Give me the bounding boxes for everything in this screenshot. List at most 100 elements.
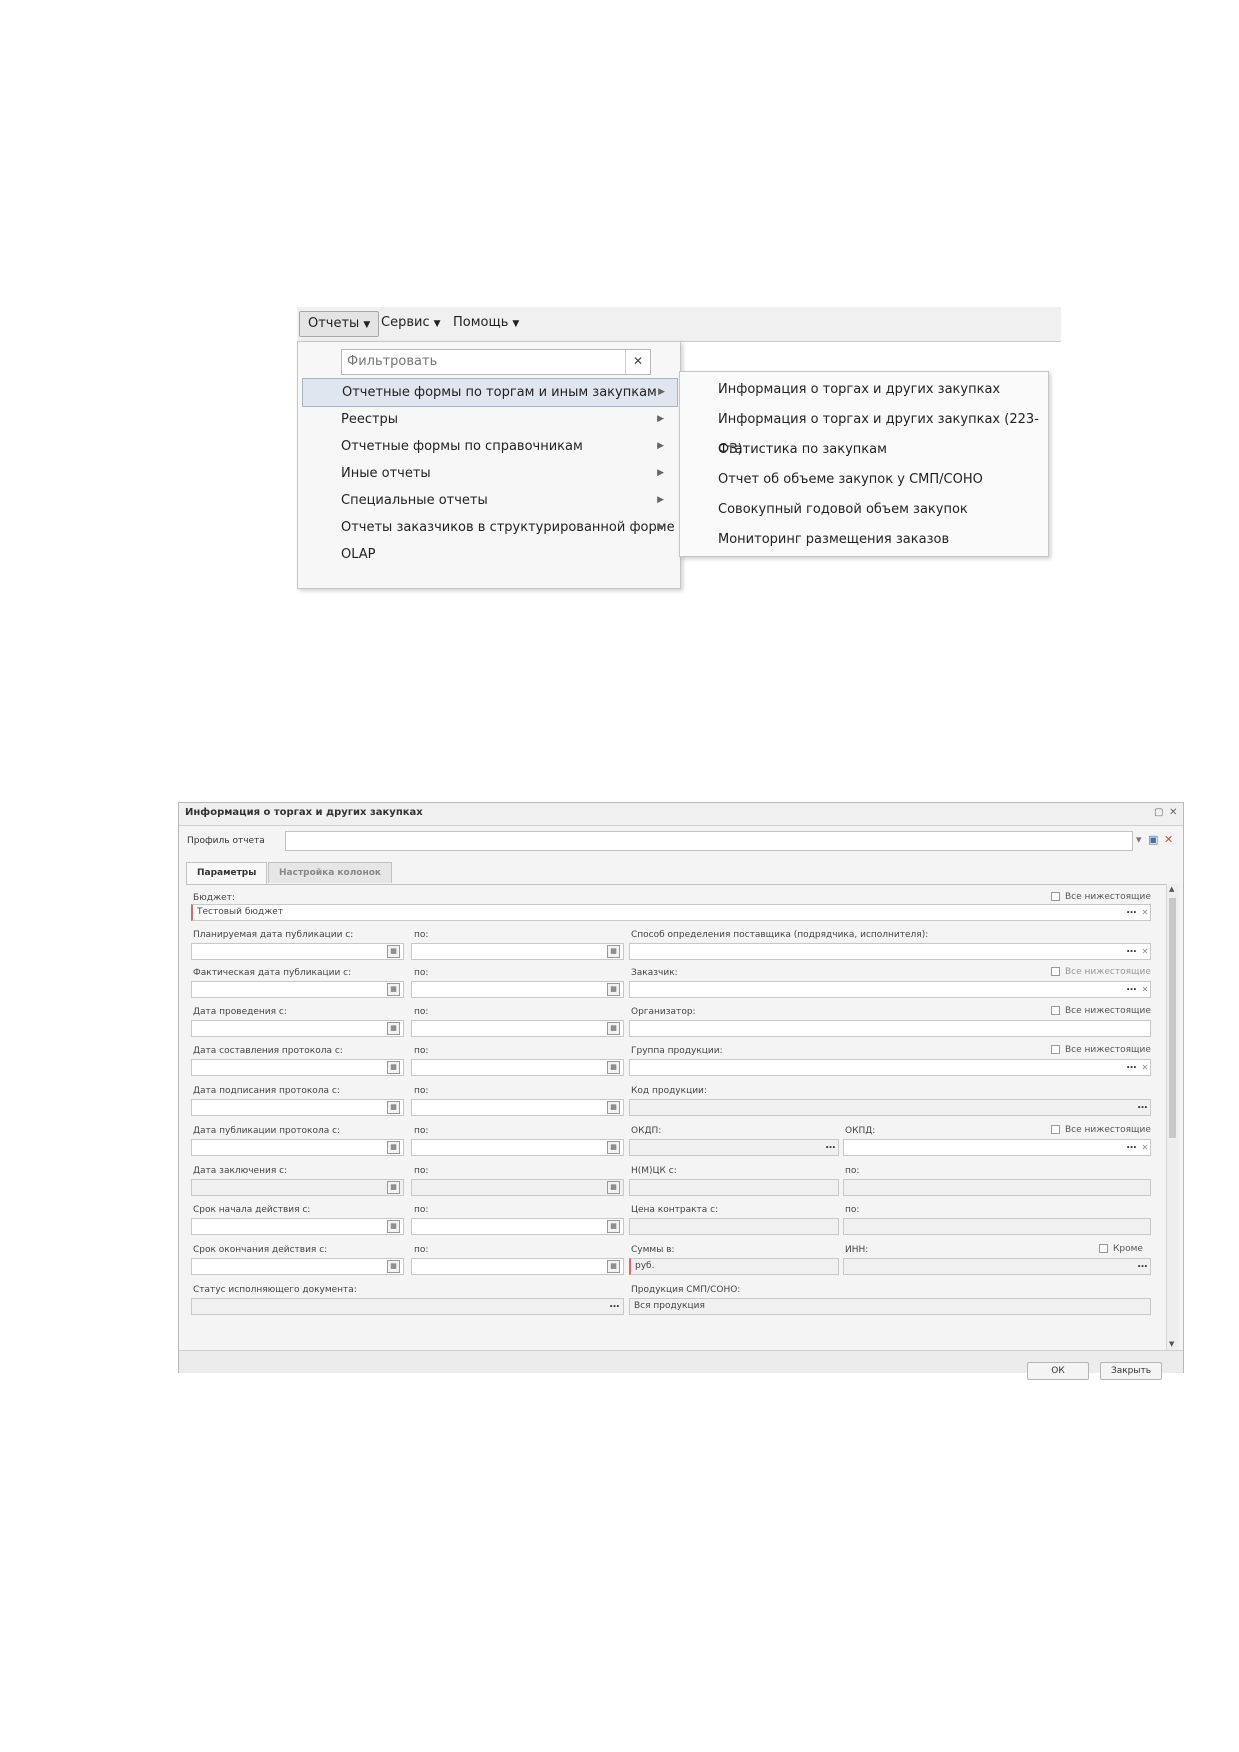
budget-field[interactable]: Тестовый бюджет [191,904,1151,921]
submenu-item[interactable]: Информация о торгах и других закупках (2… [680,405,1048,457]
product-code-field[interactable] [629,1099,1151,1116]
supplier-method-field[interactable] [629,943,1151,960]
calendar-icon[interactable]: ▦ [387,1220,400,1233]
calendar-icon[interactable]: ▦ [387,1181,400,1194]
clear-icon[interactable]: ✕ [1140,906,1150,919]
okpd-field[interactable] [843,1139,1151,1156]
calendar-icon[interactable]: ▦ [607,945,620,958]
contract-price-to-field[interactable] [843,1218,1151,1235]
product-group-field[interactable] [629,1059,1151,1076]
end-term-to-field[interactable] [411,1258,624,1275]
menu-item-special-reports[interactable]: Специальные отчеты ▶ [302,487,676,514]
calendar-icon[interactable]: ▦ [607,1101,620,1114]
menu-item-customer-reports[interactable]: Отчеты заказчиков в структурированной фо… [302,514,676,541]
fact-pub-to-field[interactable] [411,981,624,998]
start-term-from-field[interactable] [191,1218,404,1235]
clear-icon[interactable]: ✕ [1140,1061,1150,1074]
menu-item-olap[interactable]: OLAP [302,541,676,568]
scroll-thumb[interactable] [1169,898,1176,1138]
protocol-sign-to-field[interactable] [411,1099,624,1116]
calendar-icon[interactable]: ▦ [607,1220,620,1233]
tab-parameters[interactable]: Параметры [186,862,268,884]
ellipsis-icon[interactable]: … [1124,1141,1139,1154]
scroll-down-icon[interactable]: ▼ [1169,1340,1174,1348]
save-icon[interactable]: ▣ [1148,833,1158,846]
filter-input[interactable] [342,350,619,372]
customer-all-lower-checkbox[interactable] [1051,967,1060,976]
hold-date-from-field[interactable] [191,1020,404,1037]
okdp-field[interactable] [629,1139,839,1156]
clear-icon[interactable]: ✕ [1140,983,1150,996]
submenu-item[interactable]: Мониторинг размещения заказов [680,525,1048,555]
menubar-service[interactable]: Сервис ▼ [373,311,449,335]
ellipsis-icon[interactable]: … [1124,945,1139,958]
organizer-field[interactable] [629,1020,1151,1037]
end-term-from-field[interactable] [191,1258,404,1275]
organizer-all-lower-checkbox[interactable] [1051,1006,1060,1015]
menu-item-reference-forms[interactable]: Отчетные формы по справочникам ▶ [302,433,676,460]
menubar-help[interactable]: Помощь ▼ [445,311,527,335]
protocol-pub-to-field[interactable] [411,1139,624,1156]
calendar-icon[interactable]: ▦ [607,1260,620,1273]
submenu-item[interactable]: Статистика по закупкам [680,435,1048,465]
scroll-up-icon[interactable]: ▲ [1169,885,1174,893]
ellipsis-icon[interactable]: … [1124,906,1139,919]
nmck-to-field[interactable] [843,1179,1151,1196]
scrollbar[interactable]: ▲ ▼ [1166,884,1179,1350]
smp-products-field[interactable]: Вся продукция [629,1298,1151,1315]
calendar-icon[interactable]: ▦ [607,983,620,996]
fact-pub-from-field[interactable] [191,981,404,998]
budget-all-lower-checkbox[interactable] [1051,892,1060,901]
calendar-icon[interactable]: ▦ [387,1141,400,1154]
menu-item-trade-forms[interactable]: Отчетные формы по торгам и иным закупкам… [302,378,678,407]
chevron-down-icon[interactable]: ▾ [1136,833,1142,846]
product-group-all-lower-checkbox[interactable] [1051,1045,1060,1054]
protocol-sign-from-field[interactable] [191,1099,404,1116]
nmck-from-field[interactable] [629,1179,839,1196]
hold-date-to-field[interactable] [411,1020,624,1037]
ellipsis-icon[interactable]: … [607,1300,622,1313]
submenu-item[interactable]: Отчет об объеме закупок у СМП/СОНО [680,465,1048,495]
ellipsis-icon[interactable]: … [1135,1101,1150,1114]
plan-pub-from-field[interactable] [191,943,404,960]
conclusion-date-from-field[interactable] [191,1179,404,1196]
calendar-icon[interactable]: ▦ [607,1181,620,1194]
contract-price-from-field[interactable] [629,1218,839,1235]
clear-icon[interactable]: ✕ [1140,1141,1150,1154]
ok-button[interactable]: ОК [1027,1362,1089,1380]
exec-status-field[interactable] [191,1298,624,1315]
calendar-icon[interactable]: ▦ [387,1260,400,1273]
sums-in-field[interactable]: руб. [629,1258,839,1275]
menu-item-other-reports[interactable]: Иные отчеты ▶ [302,460,676,487]
submenu-item[interactable]: Совокупный годовой объем закупок [680,495,1048,525]
delete-icon[interactable]: ✕ [1164,833,1173,846]
clear-icon[interactable]: ✕ [1140,945,1150,958]
calendar-icon[interactable]: ▦ [607,1061,620,1074]
inn-except-checkbox[interactable] [1099,1244,1108,1253]
close-icon[interactable]: ✕ [625,350,650,374]
ellipsis-icon[interactable]: … [1124,1061,1139,1074]
inn-field[interactable] [843,1258,1151,1275]
customer-field[interactable] [629,981,1151,998]
menu-item-registries[interactable]: Реестры ▶ [302,406,676,433]
submenu-item[interactable]: Информация о торгах и других закупках [680,375,1048,405]
protocol-date-from-field[interactable] [191,1059,404,1076]
profile-select[interactable] [285,831,1133,851]
calendar-icon[interactable]: ▦ [607,1022,620,1035]
calendar-icon[interactable]: ▦ [387,983,400,996]
calendar-icon[interactable]: ▦ [387,1061,400,1074]
ellipsis-icon[interactable]: … [823,1141,838,1154]
menubar-reports[interactable]: Отчеты ▼ [299,311,380,337]
calendar-icon[interactable]: ▦ [387,945,400,958]
okpd-all-lower-checkbox[interactable] [1051,1125,1060,1134]
maximize-icon[interactable]: ▢ [1154,807,1163,818]
protocol-pub-from-field[interactable] [191,1139,404,1156]
start-term-to-field[interactable] [411,1218,624,1235]
protocol-date-to-field[interactable] [411,1059,624,1076]
calendar-icon[interactable]: ▦ [607,1141,620,1154]
calendar-icon[interactable]: ▦ [387,1101,400,1114]
close-icon[interactable]: ✕ [1169,807,1177,818]
plan-pub-to-field[interactable] [411,943,624,960]
ellipsis-icon[interactable]: … [1124,983,1139,996]
calendar-icon[interactable]: ▦ [387,1022,400,1035]
